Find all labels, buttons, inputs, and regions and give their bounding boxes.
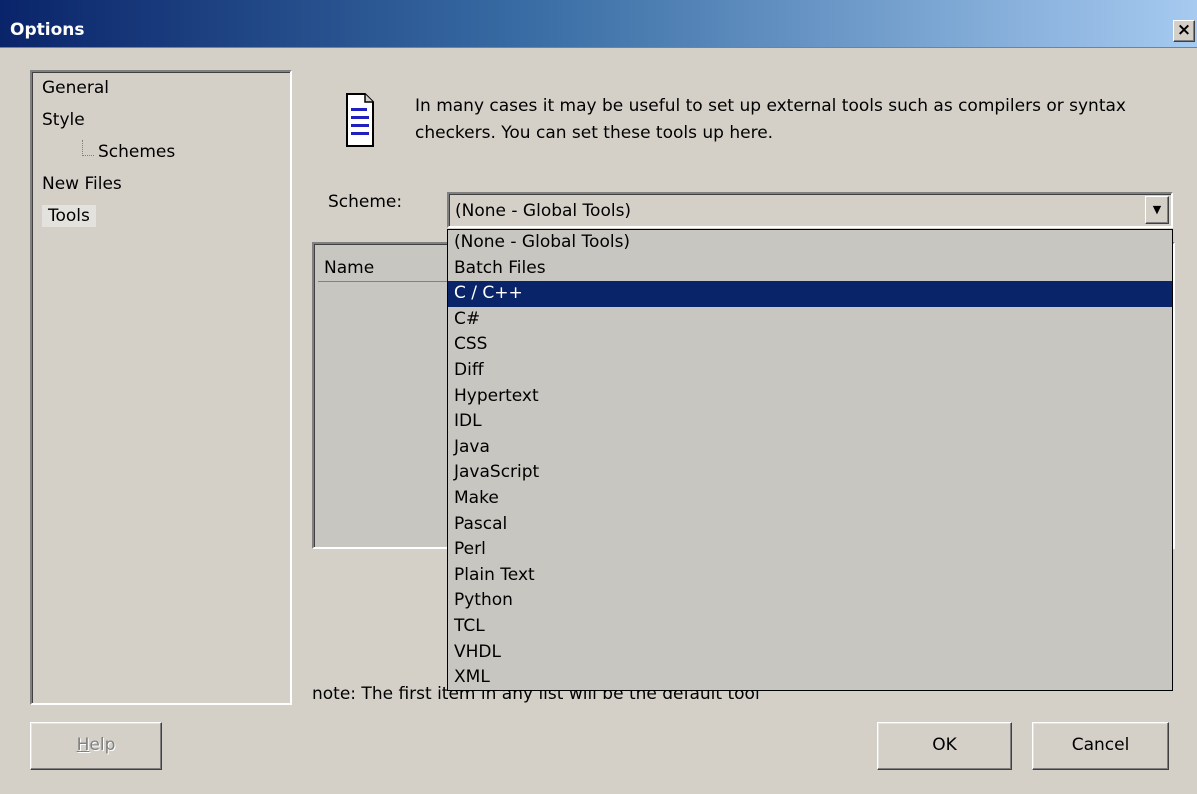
help-button-label: elp	[89, 735, 116, 755]
scheme-option[interactable]: Diff	[448, 358, 1172, 384]
tree-item-schemes[interactable]: Schemes	[98, 142, 175, 162]
scheme-label: Scheme:	[328, 192, 403, 212]
scheme-options-list[interactable]: (None - Global Tools) Batch Files C / C+…	[447, 229, 1173, 691]
scheme-option[interactable]: Hypertext	[448, 384, 1172, 410]
scheme-option-highlighted[interactable]: C / C++	[448, 281, 1172, 307]
document-lines-icon	[346, 93, 374, 147]
column-header-name[interactable]: Name	[318, 252, 454, 282]
scheme-option[interactable]: Plain Text	[448, 563, 1172, 589]
help-button-mnemonic: H	[76, 735, 90, 755]
scheme-option[interactable]: C#	[448, 307, 1172, 333]
scheme-option[interactable]: XML	[448, 665, 1172, 691]
scheme-option[interactable]: Python	[448, 588, 1172, 614]
help-button[interactable]: Help	[30, 722, 162, 770]
scheme-option[interactable]: Perl	[448, 537, 1172, 563]
cancel-button[interactable]: Cancel	[1032, 722, 1169, 770]
tree-item-style[interactable]: Style	[42, 110, 85, 130]
scheme-option[interactable]: (None - Global Tools)	[448, 230, 1172, 256]
scheme-option[interactable]: Batch Files	[448, 256, 1172, 282]
options-category-tree[interactable]: General Style Schemes New Files Tools	[30, 70, 292, 705]
scheme-selected-value: (None - Global Tools)	[455, 201, 632, 221]
scheme-option[interactable]: CSS	[448, 332, 1172, 358]
ok-button[interactable]: OK	[877, 722, 1012, 770]
scheme-option[interactable]: JavaScript	[448, 460, 1172, 486]
title-bar[interactable]: Options ×	[0, 0, 1197, 48]
intro-text: In many cases it may be useful to set up…	[415, 96, 1126, 143]
dropdown-arrow-icon[interactable]: ▼	[1145, 196, 1169, 224]
tree-item-tools[interactable]: Tools	[42, 205, 96, 227]
scheme-option[interactable]: TCL	[448, 614, 1172, 640]
scheme-option[interactable]: Make	[448, 486, 1172, 512]
scheme-option[interactable]: Pascal	[448, 512, 1172, 538]
scheme-option[interactable]: Java	[448, 435, 1172, 461]
scheme-option[interactable]: VHDL	[448, 640, 1172, 666]
window-title: Options	[10, 20, 85, 40]
scheme-option[interactable]: IDL	[448, 409, 1172, 435]
close-icon: ×	[1176, 20, 1192, 40]
tree-item-general[interactable]: General	[42, 78, 109, 98]
tree-item-new-files[interactable]: New Files	[42, 174, 122, 194]
scheme-dropdown[interactable]: (None - Global Tools) ▼	[447, 192, 1173, 228]
tree-connector	[82, 140, 94, 156]
close-button[interactable]: ×	[1173, 20, 1195, 42]
